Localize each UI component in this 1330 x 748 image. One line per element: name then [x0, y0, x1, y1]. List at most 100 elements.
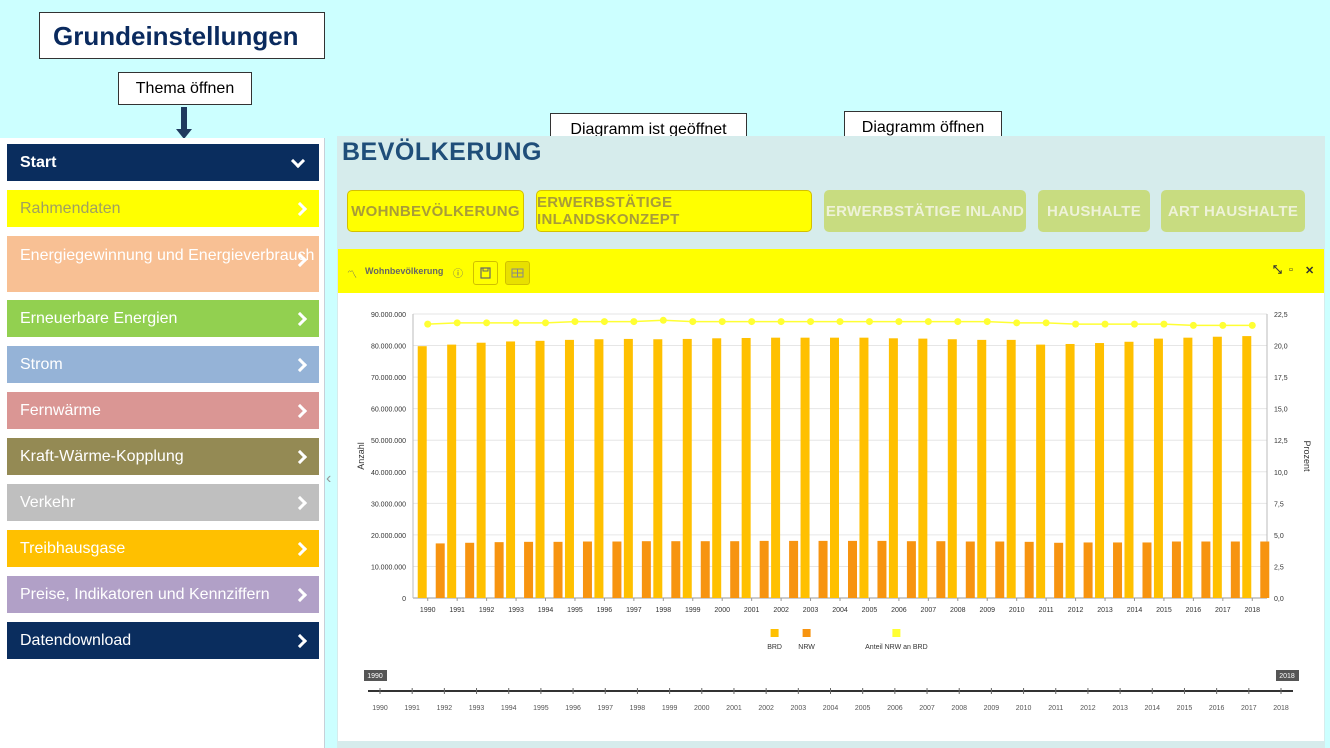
range-slider-tick-label: 1991	[404, 705, 420, 712]
tab-erwerbstaetige-inland[interactable]: ERWERBSTÄTIGE INLAND	[824, 190, 1026, 232]
y2-tick-label: 12,5	[1274, 438, 1288, 445]
sidebar-item-label: Preise, Indikatoren und Kennziffern	[20, 585, 270, 603]
line-point	[424, 320, 432, 328]
range-slider-tick-label: 2005	[855, 705, 871, 712]
maximize-icon[interactable]: ▫	[1289, 264, 1293, 276]
tab-wohnbevoelkerung[interactable]: WOHNBEVÖLKERUNG	[347, 190, 524, 232]
sidebar-item-fernwaerme[interactable]: Fernwärme	[7, 392, 319, 429]
legend-label: BRD	[767, 644, 782, 651]
bar-brd	[1183, 337, 1193, 598]
x-tick-label: 1997	[626, 607, 642, 614]
x-tick-label: 1996	[597, 607, 613, 614]
bar-nrw	[671, 541, 681, 598]
range-slider-tick-label: 2016	[1209, 705, 1225, 712]
line-point	[630, 318, 638, 326]
line-point	[924, 318, 932, 326]
sidebar-item-strom[interactable]: Strom	[7, 346, 319, 383]
x-tick-label: 2010	[1009, 607, 1025, 614]
sidebar-item-rahmendaten[interactable]: Rahmendaten	[7, 190, 319, 227]
range-slider-tick-label: 2013	[1112, 705, 1128, 712]
x-tick-label: 2006	[891, 607, 907, 614]
tab-art-haushalte[interactable]: ART HAUSHALTE	[1161, 190, 1305, 232]
sidebar-item-verkehr[interactable]: Verkehr	[7, 484, 319, 521]
collapse-sidebar-icon[interactable]: ‹	[326, 470, 336, 488]
grundeinstellungen-callout: Grundeinstellungen	[39, 12, 325, 59]
bar-nrw	[641, 541, 651, 598]
range-slider-tick-label: 1993	[469, 705, 485, 712]
bar-nrw	[494, 542, 504, 598]
bar-nrw	[1171, 541, 1181, 598]
line-point	[542, 319, 550, 327]
save-button[interactable]	[473, 261, 498, 285]
tab-erwerbstaetige-inlandskonzept[interactable]: ERWERBSTÄTIGE INLANDSKONZEPT	[536, 190, 812, 232]
x-tick-label: 2008	[950, 607, 966, 614]
line-point	[1042, 319, 1050, 327]
bar-nrw	[1201, 541, 1211, 598]
legend-label: Anteil NRW an BRD	[865, 644, 928, 651]
table-view-button[interactable]	[505, 261, 530, 285]
range-slider-tick-label: 2009	[984, 705, 1000, 712]
sidebar-item-erneuerbare-energien[interactable]: Erneuerbare Energien	[7, 300, 319, 337]
line-point	[954, 318, 962, 326]
info-icon[interactable]: ⓘ	[453, 265, 463, 280]
range-slider-start-label: 1990	[367, 673, 383, 680]
bar-nrw	[1054, 542, 1064, 598]
y-tick-label: 40.000.000	[371, 470, 406, 477]
page-title: BEVÖLKERUNG	[342, 138, 542, 166]
bar-nrw	[553, 541, 563, 598]
range-slider-tick-label: 2018	[1273, 705, 1289, 712]
x-tick-label: 2009	[979, 607, 995, 614]
tab-haushalte[interactable]: HAUSHALTE	[1038, 190, 1150, 232]
bar-brd	[682, 338, 692, 598]
range-slider-tick-label: 2014	[1144, 705, 1160, 712]
y2-tick-label: 0,0	[1274, 596, 1284, 603]
x-tick-label: 1992	[479, 607, 495, 614]
x-tick-label: 2018	[1244, 607, 1260, 614]
bar-nrw	[995, 541, 1005, 598]
line-point	[600, 318, 608, 326]
close-icon[interactable]: ✕	[1305, 264, 1314, 277]
collapse-icon[interactable]: ⤡	[1273, 264, 1282, 277]
y-tick-label: 10.000.000	[371, 564, 406, 571]
y-axis-label: Anzahl	[356, 442, 366, 470]
chart-panel: 〽 Wohnbevölkerung ⓘ ⤡ ▫ ✕ 0 10.000.000 20.…	[338, 249, 1324, 741]
sidebar-item-label: Energiegewinnung und Energieverbrauch	[20, 247, 315, 264]
x-tick-label: 2016	[1186, 607, 1202, 614]
bar-nrw	[789, 540, 799, 598]
range-slider-tick-label: 2012	[1080, 705, 1096, 712]
y-tick-label: 90.000.000	[371, 312, 406, 319]
line-point	[1101, 320, 1109, 328]
x-tick-label: 2001	[744, 607, 760, 614]
chevron-right-icon	[292, 403, 308, 418]
legend-swatch	[802, 629, 811, 637]
bar-nrw	[730, 541, 740, 598]
y-tick-label: 70.000.000	[371, 375, 406, 382]
sidebar-item-preise-indikatoren[interactable]: Preise, Indikatoren und Kennziffern	[7, 576, 319, 613]
bar-brd	[447, 344, 457, 598]
line-point	[1130, 320, 1138, 328]
y2-tick-label: 7,5	[1274, 501, 1284, 508]
x-tick-label: 1995	[567, 607, 583, 614]
x-tick-label: 2011	[1039, 607, 1054, 614]
sidebar-item-start[interactable]: Start	[7, 144, 319, 181]
bar-brd	[741, 337, 751, 598]
bar-brd	[1242, 336, 1252, 598]
bar-nrw	[1024, 541, 1034, 598]
sidebar-item-datendownload[interactable]: Datendownload	[7, 622, 319, 659]
sidebar-item-energiegewinnung[interactable]: Energiegewinnung und Energieverbrauch	[7, 236, 319, 292]
bar-nrw	[524, 541, 534, 598]
chevron-right-icon	[292, 357, 308, 372]
sidebar-item-treibhausgase[interactable]: Treibhausgase	[7, 530, 319, 567]
range-slider-tick-label: 1995	[533, 705, 549, 712]
chevron-down-icon	[290, 153, 306, 168]
line-point	[1013, 319, 1021, 327]
line-point	[807, 318, 815, 326]
sidebar-item-kraft-waerme-kopplung[interactable]: Kraft-Wärme-Kopplung	[7, 438, 319, 475]
y2-tick-label: 15,0	[1274, 407, 1288, 414]
bar-brd	[800, 337, 810, 598]
y2-tick-label: 5,0	[1274, 533, 1284, 540]
bar-brd	[535, 340, 545, 598]
range-slider-tick-label: 2010	[1016, 705, 1032, 712]
line-point	[483, 319, 491, 327]
bar-brd	[506, 341, 516, 598]
